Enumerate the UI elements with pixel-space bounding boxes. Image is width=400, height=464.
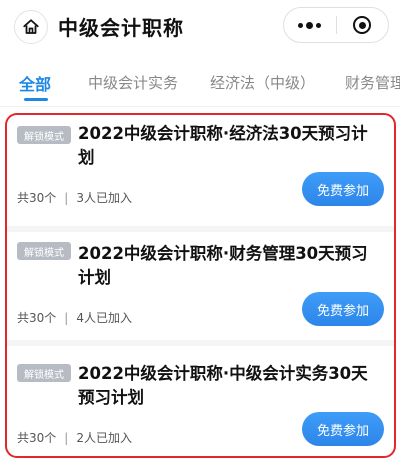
home-icon	[23, 19, 39, 34]
highlight-frame	[5, 113, 396, 458]
tab-all[interactable]: 全部	[19, 71, 51, 95]
tab-financial-management[interactable]: 财务管理	[345, 72, 400, 93]
close-button[interactable]	[336, 8, 388, 42]
tab-economic-law[interactable]: 经济法（中级）	[210, 72, 315, 93]
category-tabs: 全部 中级会计实务 经济法（中级） 财务管理	[0, 62, 400, 106]
more-dots-icon	[298, 21, 322, 29]
page-title: 中级会计职称	[58, 16, 184, 40]
tab-intermediate-accounting[interactable]: 中级会计实务	[88, 72, 178, 93]
target-close-icon	[353, 16, 372, 34]
mini-program-capsule	[283, 7, 389, 43]
active-tab-indicator	[24, 98, 48, 101]
top-bar: 中级会计职称	[0, 0, 400, 52]
home-button[interactable]	[14, 10, 48, 44]
more-button[interactable]	[284, 8, 336, 42]
divider	[0, 106, 400, 107]
